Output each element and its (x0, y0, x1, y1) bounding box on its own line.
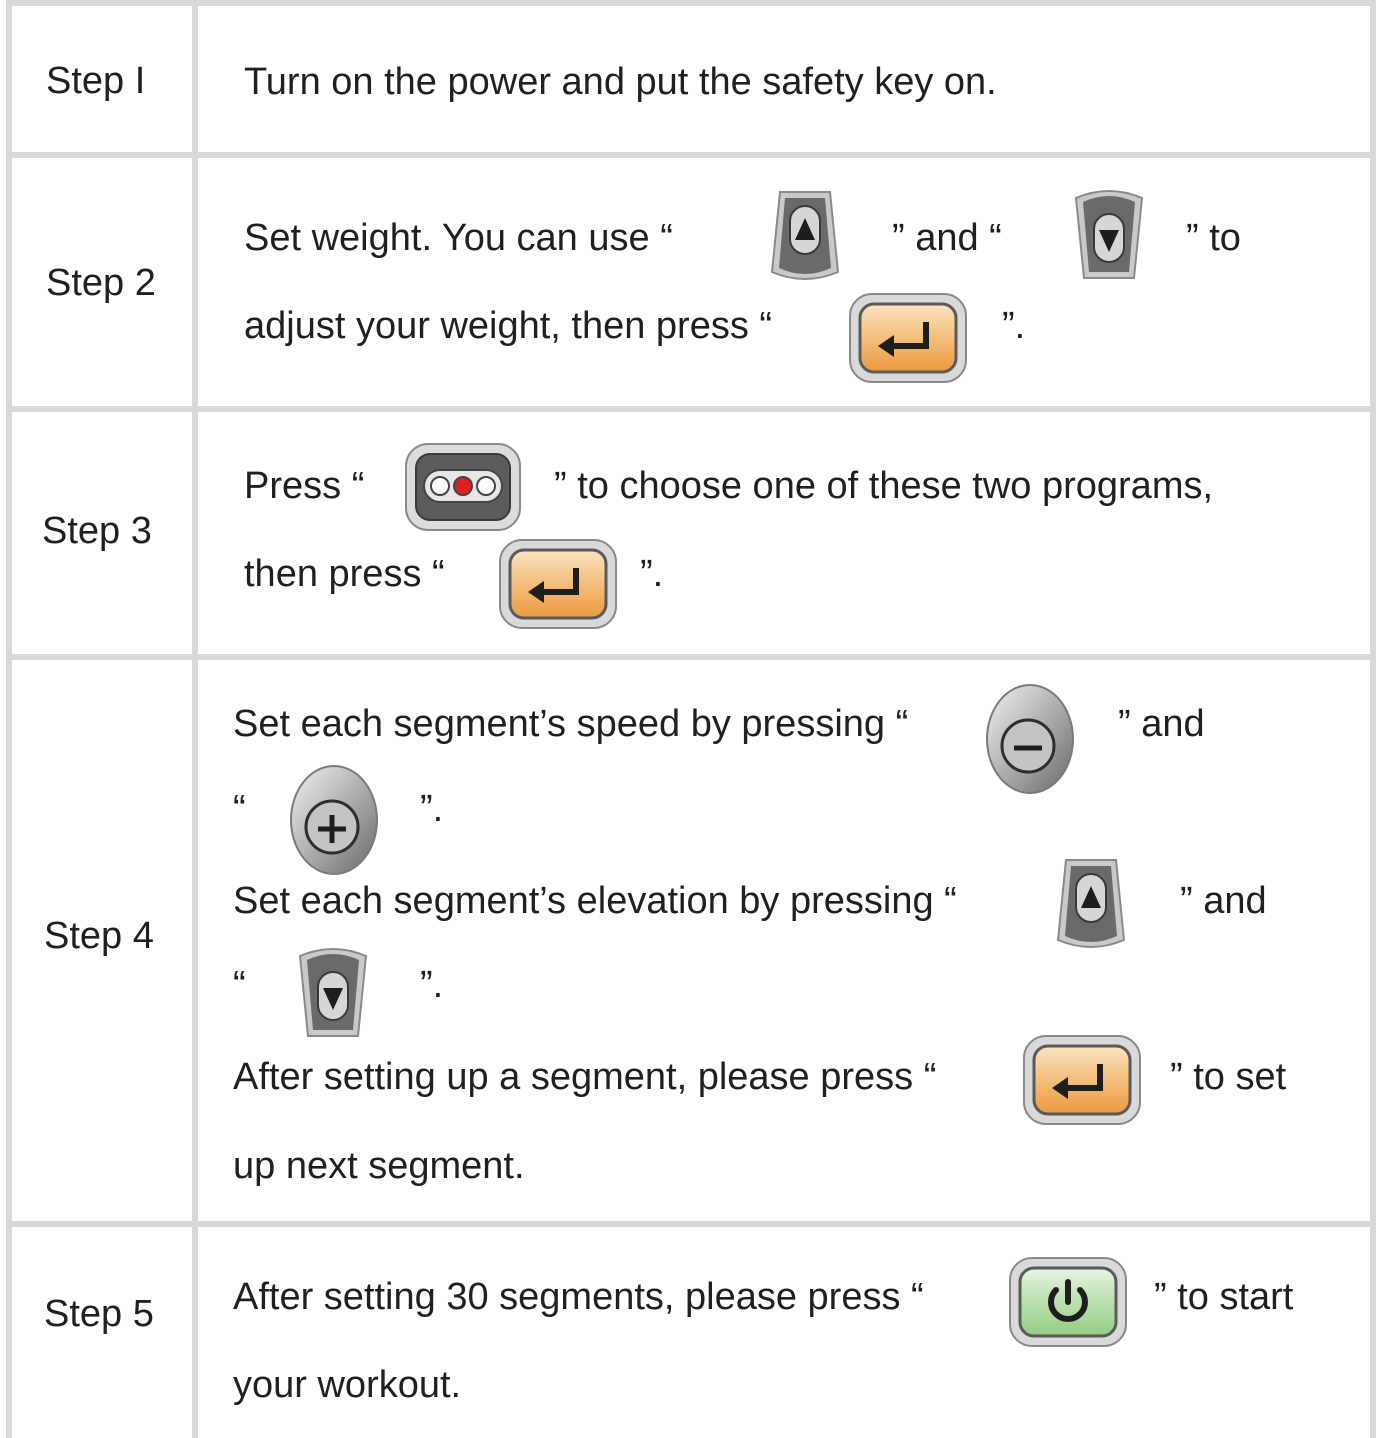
down-arrow-icon (1072, 184, 1146, 284)
step-label: Step 5 (44, 1293, 154, 1335)
down-arrow-icon (296, 942, 370, 1042)
step-label: Step 2 (46, 262, 156, 304)
instruction-text: After setting 30 segments, please press … (233, 1276, 924, 1318)
instruction-text: After setting up a segment, please press… (233, 1056, 937, 1098)
step-label: Step 4 (44, 915, 154, 957)
instruction-text: adjust your weight, then press “ (244, 305, 773, 347)
instruction-text: ”. (640, 553, 664, 595)
step-label: Step 3 (42, 510, 152, 552)
instruction-text: Press “ (244, 465, 365, 507)
minus-icon (984, 682, 1076, 796)
row-divider (6, 654, 1376, 660)
plus-icon (288, 763, 380, 877)
instruction-text: ” and “ (892, 217, 1002, 259)
instruction-text: ”. (420, 788, 444, 830)
instruction-text: Set each segment’s elevation by pressing… (233, 880, 957, 922)
instruction-text: Set weight. You can use “ (244, 217, 673, 259)
step-label: Step I (46, 60, 146, 102)
start-power-icon (1008, 1256, 1128, 1348)
instruction-text: Set each segment’s speed by pressing “ (233, 703, 909, 745)
instruction-text: ” to start (1154, 1276, 1294, 1318)
instruction-text: ” to set (1170, 1056, 1287, 1098)
instruction-text: ” and (1180, 880, 1267, 922)
up-arrow-icon (1054, 854, 1128, 954)
instruction-text: ” and (1118, 703, 1205, 745)
program-select-icon (404, 442, 522, 532)
enter-icon (1022, 1034, 1142, 1126)
enter-icon (498, 538, 618, 630)
instruction-table: Step I Step 2 Step 3 Step 4 Step 5 Turn … (0, 0, 1380, 1438)
instruction-text: ”. (1002, 305, 1026, 347)
instruction-text: “ (233, 788, 246, 830)
instruction-text: ” to (1186, 217, 1241, 259)
up-arrow-icon (768, 186, 842, 286)
enter-icon (848, 292, 968, 384)
instruction-text: ”. (420, 964, 444, 1006)
row-divider (6, 1221, 1376, 1227)
instruction-text: ” to choose one of these two programs, (554, 465, 1214, 507)
instruction-text: up next segment. (233, 1145, 525, 1187)
instruction-text: “ (233, 964, 246, 1006)
row-divider (6, 152, 1376, 158)
instruction-text: then press “ (244, 553, 445, 595)
instruction-text: your workout. (233, 1364, 462, 1406)
row-divider (6, 406, 1376, 412)
instruction-text: Turn on the power and put the safety key… (244, 61, 997, 103)
row-divider (6, 0, 1376, 6)
